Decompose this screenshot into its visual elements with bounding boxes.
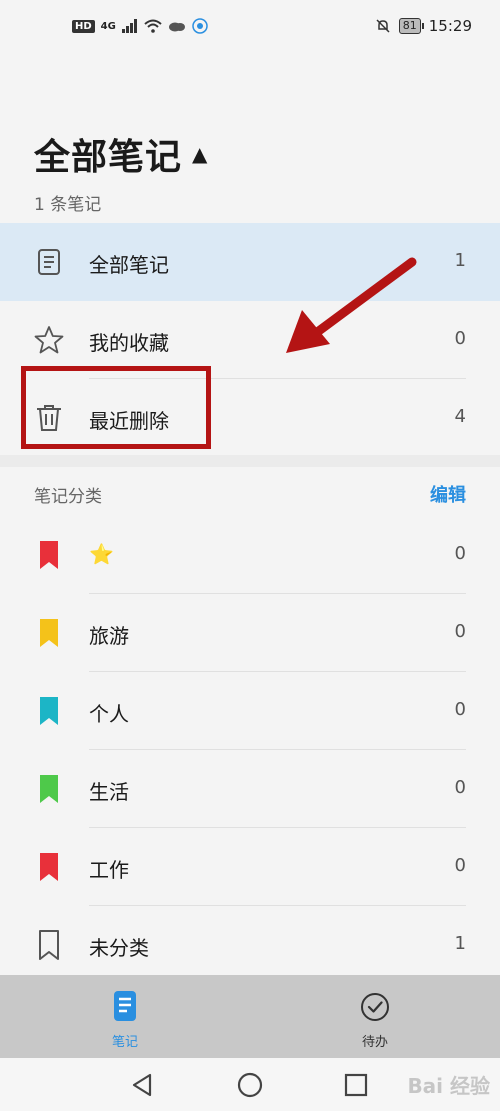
page-title[interactable]: 全部笔记 (34, 128, 182, 180)
category-count: 0 (454, 699, 466, 720)
category-count: 1 (454, 933, 466, 954)
cloud-icon (168, 22, 185, 32)
category-item-personal[interactable]: 个人 0 (0, 672, 500, 750)
category-item-star[interactable]: ⭐ 0 (0, 516, 500, 594)
back-triangle-icon[interactable] (128, 1070, 158, 1100)
status-bar: HD 4G 81 15:29 (0, 0, 500, 56)
bookmark-outline-icon (39, 930, 59, 960)
section-separator (0, 455, 500, 467)
bookmark-red-icon (40, 853, 58, 881)
hd-badge: HD (72, 19, 95, 33)
annotation-highlight-box (21, 366, 211, 449)
category-count: 0 (454, 543, 466, 564)
edit-categories-button[interactable]: 编辑 (430, 481, 466, 507)
category-label: 工作 (89, 858, 129, 882)
bottom-tab-bar: 笔记 待办 (0, 975, 500, 1058)
app-notification-icon (192, 18, 208, 34)
tab-label-todo: 待办 (361, 1035, 388, 1050)
category-count: 0 (454, 777, 466, 798)
category-item-life[interactable]: 生活 0 (0, 750, 500, 828)
battery-indicator: 81 (398, 18, 424, 34)
category-count: 0 (454, 621, 466, 642)
category-label: 生活 (89, 780, 129, 804)
category-label: 旅游 (89, 624, 129, 648)
tab-label-notes: 笔记 (111, 1035, 138, 1050)
category-count: 0 (454, 855, 466, 876)
clock: 15:29 (428, 17, 472, 35)
bookmark-teal-icon (40, 697, 58, 725)
page-title-dropdown[interactable]: 全部笔记 ▲ (34, 128, 208, 180)
header: 全部笔记 ▲ 1 条笔记 (34, 128, 208, 215)
network-label: 4G (100, 20, 116, 32)
category-item-travel[interactable]: 旅游 0 (0, 594, 500, 672)
category-label: 未分类 (89, 936, 149, 960)
nav-item-count: 4 (454, 406, 466, 427)
bookmark-yellow-icon (40, 619, 58, 647)
bookmark-red-icon (40, 541, 58, 569)
signal-icon (121, 19, 137, 33)
star-outline-icon (34, 326, 64, 354)
nav-item-count: 1 (454, 250, 466, 271)
category-label: 个人 (89, 702, 129, 726)
category-item-work[interactable]: 工作 0 (0, 828, 500, 906)
nav-item-label: 全部笔记 (89, 253, 169, 277)
tab-todo[interactable]: 待办 (250, 975, 500, 1058)
recents-square-icon[interactable] (341, 1070, 371, 1100)
home-circle-icon[interactable] (235, 1070, 265, 1100)
nav-item-label: 我的收藏 (89, 331, 169, 355)
check-circle-icon (361, 993, 389, 1021)
mute-bell-icon (376, 19, 390, 33)
status-left: HD 4G (72, 18, 208, 34)
watermark: Bai 经验 (407, 1074, 490, 1098)
category-item-uncategorized[interactable]: 未分类 1 (0, 906, 500, 984)
notes-tab-icon (114, 991, 136, 1021)
note-count: 1 条笔记 (34, 195, 102, 215)
bookmark-green-icon (40, 775, 58, 803)
caret-up-icon[interactable]: ▲ (192, 142, 208, 166)
note-icon (38, 249, 60, 275)
categories-title: 笔记分类 (34, 487, 102, 507)
nav-item-all-notes[interactable]: 全部笔记 1 (0, 223, 500, 301)
nav-item-count: 0 (454, 328, 466, 349)
status-right: 81 15:29 (375, 17, 472, 35)
wifi-icon (144, 19, 162, 33)
category-label: ⭐ (89, 542, 114, 566)
tab-notes[interactable]: 笔记 (0, 975, 250, 1058)
